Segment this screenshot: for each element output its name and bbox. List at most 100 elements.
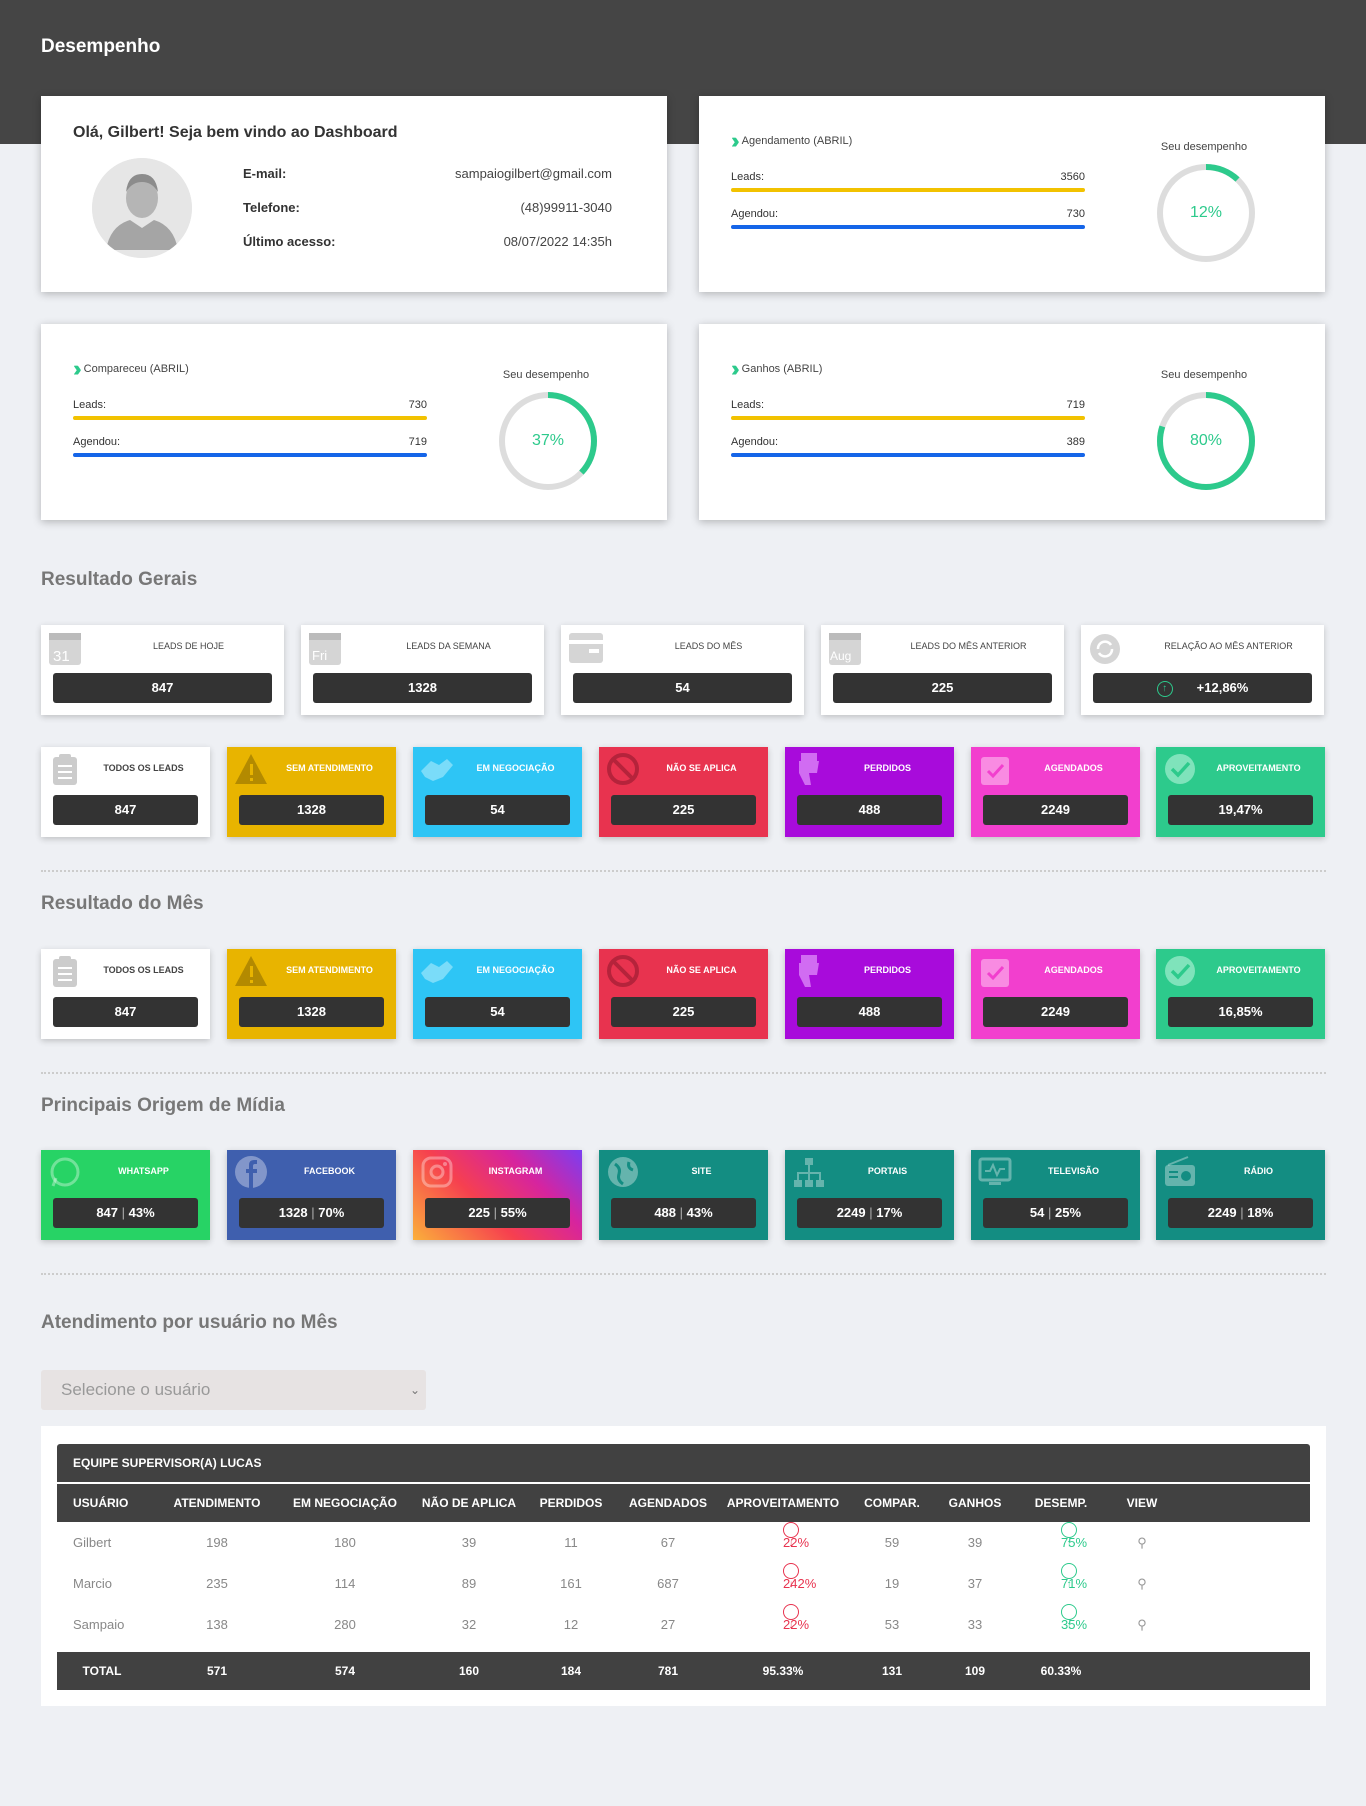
status-value: 488 — [797, 795, 942, 825]
thumbs-down-icon — [799, 753, 819, 785]
status-tile-6[interactable]: APROVEITAMENTO 16,85% — [1156, 949, 1325, 1039]
svg-text:Aug: Aug — [830, 649, 851, 663]
cell-nao: 32 — [461, 1617, 477, 1632]
user-select-placeholder: Selecione o usuário — [61, 1380, 211, 1399]
column-header: PERDIDOS — [539, 1496, 603, 1510]
status-label: APROVEITAMENTO — [1216, 965, 1301, 975]
column-header: NÃO DE APLICA — [421, 1496, 517, 1510]
status-value: 2249 — [983, 997, 1128, 1027]
status-tile-6[interactable]: APROVEITAMENTO 19,47% — [1156, 747, 1325, 837]
media-percent: 55% — [500, 1205, 527, 1220]
cell-user: Marcio — [73, 1576, 113, 1591]
search-icon[interactable]: ⚲ — [1132, 1604, 1152, 1645]
general-tile-relation[interactable]: RELAÇÃO AO MÊS ANTERIOR ↑ +12,86% — [1081, 625, 1324, 715]
desemp-value: 75% — [1061, 1535, 1088, 1550]
general-tile-previous-month[interactable]: Aug LEADS DO MÊS ANTERIOR 225 — [821, 625, 1064, 715]
tile-value: 225 — [833, 673, 1052, 703]
total-aprov: 95.33% — [762, 1664, 804, 1678]
performance-value: 37% — [531, 432, 565, 449]
media-count: 225 — [468, 1205, 491, 1220]
cell-user: Sampaio — [73, 1617, 125, 1632]
media-tile-6[interactable]: RÁDIO 2249 | 18% — [1156, 1150, 1325, 1240]
clipboard-icon — [53, 956, 77, 987]
status-tile-1[interactable]: SEM ATENDIMENTO 1328 — [227, 747, 396, 837]
media-tile-1[interactable]: FACEBOOK 1328 | 70% — [227, 1150, 396, 1240]
check-circle-icon — [1165, 754, 1195, 784]
thumbs-down-icon — [799, 955, 819, 987]
status-label: NÃO SE APLICA — [666, 763, 737, 773]
media-tile-5[interactable]: TELEVISÃO 54 | 25% — [971, 1150, 1140, 1240]
stat-card-compareceu: ›› Compareceu (ABRIL) Leads: 730 Agendou: 7… — [41, 324, 667, 520]
status-value: 1328 — [239, 997, 384, 1027]
general-tile-month[interactable]: LEADS DO MÊS 54 — [561, 625, 804, 715]
status-tile-1[interactable]: SEM ATENDIMENTO 1328 — [227, 949, 396, 1039]
media-percent: 43% — [686, 1205, 713, 1220]
table-row: Marcio 235 114 89 161 687 ↓ 242% 19 37 ↑ 71% ⚲ — [57, 1563, 1310, 1604]
cell-ganhos: 33 — [967, 1617, 983, 1632]
status-label: APROVEITAMENTO — [1216, 763, 1301, 773]
chevrons-icon: ›› — [73, 356, 81, 381]
refresh-icon — [1090, 634, 1120, 664]
media-tile-3[interactable]: SITE 488 | 43% — [599, 1150, 768, 1240]
warning-icon — [235, 754, 267, 784]
user-select[interactable]: Selecione o usuário ⌄ — [41, 1370, 426, 1410]
status-tile-0[interactable]: TODOS OS LEADS 847 — [41, 747, 210, 837]
media-count: 847 — [96, 1205, 119, 1220]
email-label: E-mail: — [243, 166, 287, 181]
welcome-title: Olá, Gilbert! Seja bem vindo ao Dashboar… — [73, 124, 398, 141]
avatar — [92, 158, 192, 258]
calendar-31-icon: 31 — [49, 633, 81, 665]
ban-icon — [607, 753, 639, 785]
status-tile-2[interactable]: EM NEGOCIAÇÃO 54 — [413, 747, 582, 837]
media-tile-4[interactable]: PORTAIS 2249 | 17% — [785, 1150, 954, 1240]
chevron-down-icon: ⌄ — [409, 1383, 420, 1397]
cell-nao: 89 — [461, 1576, 477, 1591]
total-compar: 131 — [881, 1664, 903, 1678]
clipboard-icon — [53, 754, 77, 785]
tile-label: RELAÇÃO AO MÊS ANTERIOR — [1164, 641, 1293, 651]
cell-perd: 12 — [563, 1617, 579, 1632]
media-percent: 25% — [1055, 1205, 1082, 1220]
tile-label: LEADS DO MÊS ANTERIOR — [910, 641, 1027, 651]
check-circle-icon — [1165, 956, 1195, 986]
general-tile-week[interactable]: Fri LEADS DA SEMANA 1328 — [301, 625, 544, 715]
section-title-general: Resultado Gerais — [41, 569, 198, 590]
section-title-users: Atendimento por usuário no Mês — [41, 1312, 338, 1333]
column-header: ATENDIMENTO — [173, 1496, 261, 1510]
stat-card-ganhos: ›› Ganhos (ABRIL) Leads: 719 Agendou: 389 S… — [699, 324, 1325, 520]
section-title-media: Principais Origem de Mídia — [41, 1095, 285, 1116]
status-tile-3[interactable]: NÃO SE APLICA 225 — [599, 949, 768, 1039]
column-header: GANHOS — [948, 1496, 1002, 1510]
media-label: INSTAGRAM — [488, 1166, 543, 1176]
search-icon[interactable]: ⚲ — [1132, 1522, 1152, 1563]
performance-label: Seu desempenho — [502, 369, 590, 381]
search-icon[interactable]: ⚲ — [1132, 1563, 1152, 1604]
media-tile-2[interactable]: INSTAGRAM 225 | 55% — [413, 1150, 582, 1240]
warning-icon — [235, 956, 267, 986]
calendar-check-icon — [981, 757, 1009, 785]
section-title-month: Resultado do Mês — [41, 893, 204, 914]
status-label: PERDIDOS — [863, 965, 911, 975]
status-tile-5[interactable]: AGENDADOS 2249 — [971, 949, 1140, 1039]
calendar-fri-icon: Fri — [309, 633, 341, 665]
media-tile-0[interactable]: WHATSAPP 847 | 43% — [41, 1150, 210, 1240]
general-tile-today[interactable]: 31 LEADS DE HOJE 847 — [41, 625, 284, 715]
media-label: SITE — [691, 1166, 712, 1176]
total-atend: 571 — [206, 1664, 228, 1678]
phone-value: (48)99911-3040 — [520, 200, 612, 215]
cell-user: Gilbert — [73, 1535, 112, 1550]
scheduled-bar — [731, 453, 1085, 457]
status-value: 16,85% — [1168, 997, 1313, 1027]
status-tile-3[interactable]: NÃO SE APLICA 225 — [599, 747, 768, 837]
cell-atend: 235 — [206, 1576, 228, 1591]
aproveitamento-value: 22% — [783, 1535, 810, 1550]
status-tile-4[interactable]: PERDIDOS 488 — [785, 747, 954, 837]
scheduled-label: Agendou: — [73, 436, 121, 448]
status-tile-4[interactable]: PERDIDOS 488 — [785, 949, 954, 1039]
ban-icon — [607, 955, 639, 987]
status-tile-0[interactable]: TODOS OS LEADS 847 — [41, 949, 210, 1039]
tile-value: ↑ +12,86% — [1093, 673, 1312, 703]
status-tile-2[interactable]: EM NEGOCIAÇÃO 54 — [413, 949, 582, 1039]
relation-value: +12,86% — [1196, 680, 1249, 695]
status-tile-5[interactable]: AGENDADOS 2249 — [971, 747, 1140, 837]
